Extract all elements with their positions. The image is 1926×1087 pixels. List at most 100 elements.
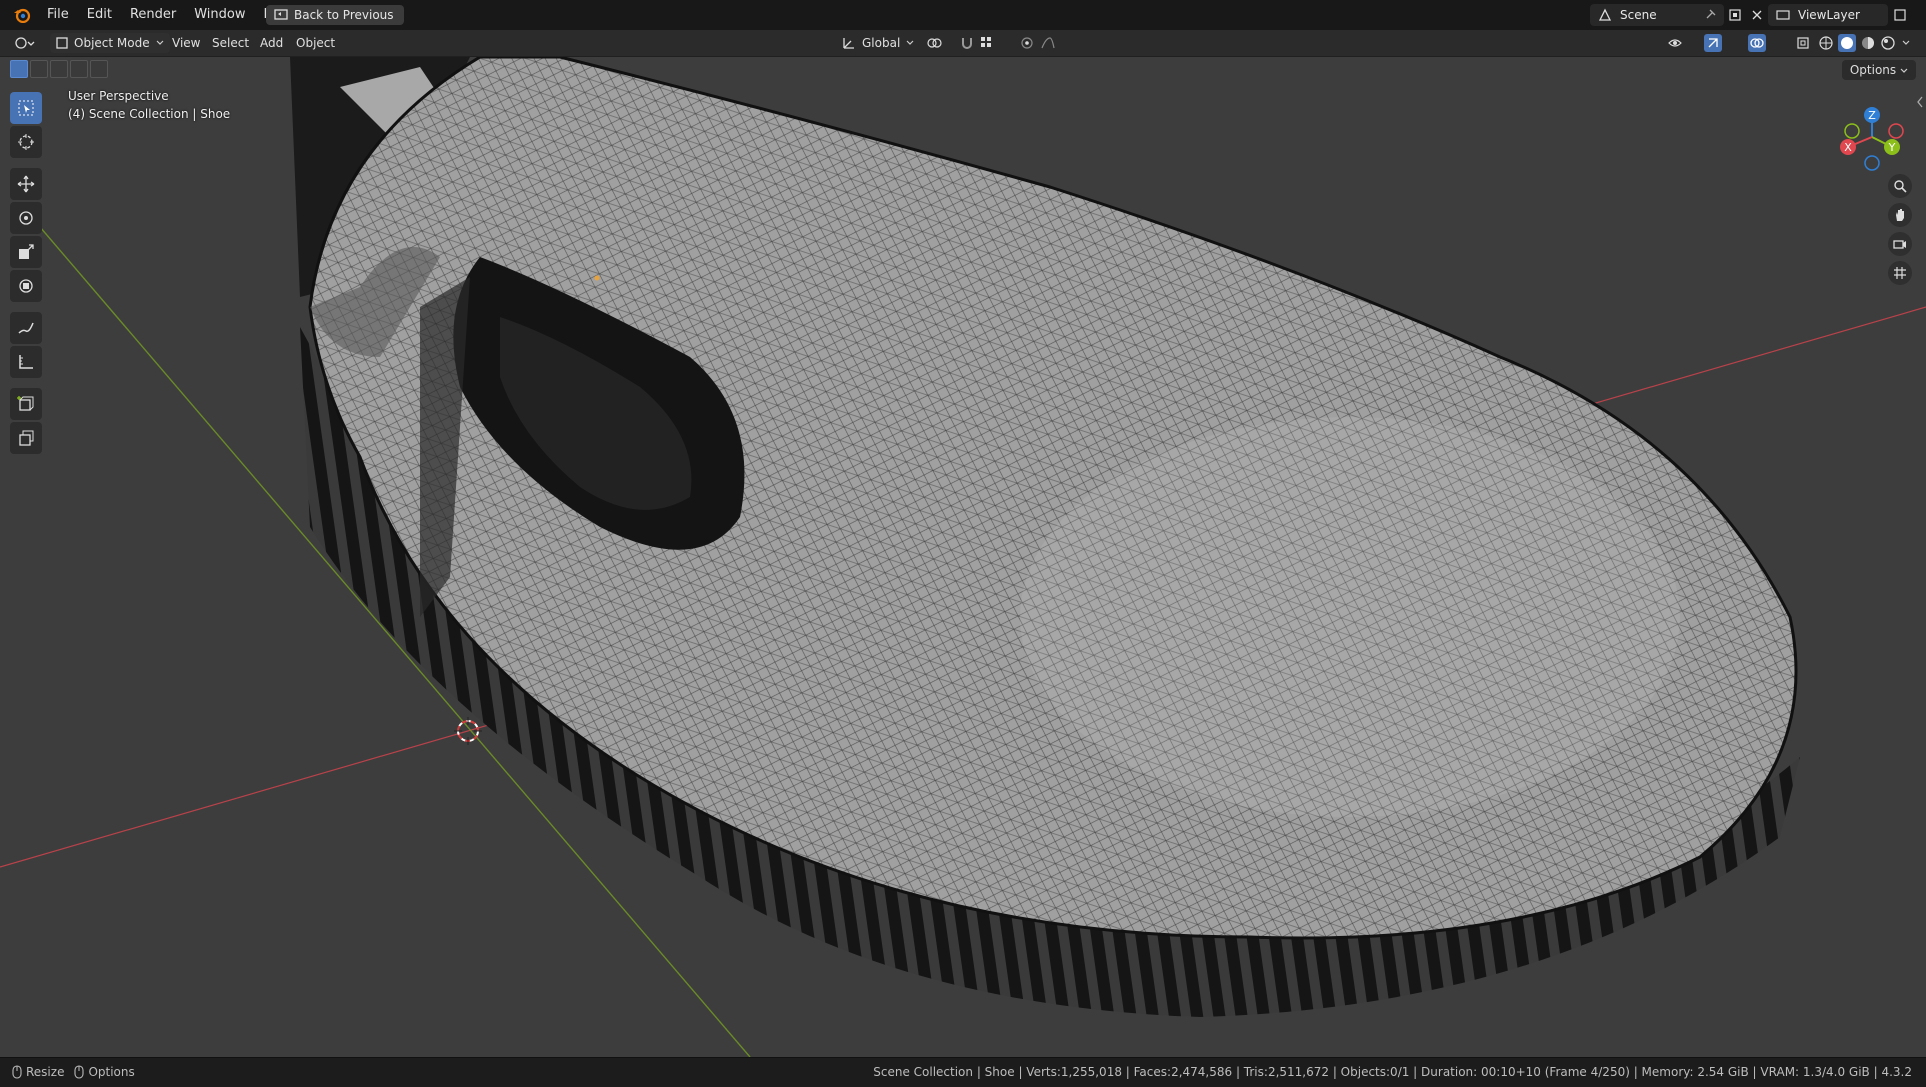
collection-label: (4) Scene Collection | Shoe [68,107,231,121]
cursor-tool[interactable] [10,126,42,158]
editor-type-icon [14,35,36,51]
top-bar: File Edit Render Window Help Back to Pre… [0,0,1926,31]
extrude-tool[interactable] [10,422,42,454]
transform-tool[interactable] [10,270,42,302]
chevron-down-icon [906,40,914,46]
main-menu: File Edit Render Window Help [12,0,302,30]
select-box-icon [17,99,35,117]
orientation-axes-icon [842,36,856,50]
move-tool[interactable] [10,168,42,200]
viewport-scene: Z Y X [0,57,1926,1057]
scene-statistics: Scene Collection | Shoe | Verts:1,255,01… [873,1065,1912,1079]
pin-icon[interactable] [1704,9,1716,21]
view-layer-selector[interactable]: ViewLayer [1768,4,1888,26]
grid-icon [1893,266,1907,280]
shading-material-icon[interactable] [1860,33,1876,53]
menu-object[interactable]: Object [296,33,335,53]
hand-icon [1893,208,1907,222]
scene-name: Scene [1620,8,1657,22]
object-origin [594,275,600,281]
pan-button[interactable] [1888,203,1912,227]
proportional-editing-icon[interactable] [1020,33,1034,53]
camera-view-button[interactable] [1888,232,1912,256]
remove-scene-icon[interactable] [1750,8,1764,22]
new-scene-icon[interactable] [1728,8,1742,22]
viewport-header: Object Mode View Select Add Object Globa… [0,30,1926,57]
add-cube-tool[interactable] [10,388,42,420]
rotate-icon [17,209,35,227]
select-mode-extend-icon[interactable] [30,60,48,78]
sidebar-toggle-icon[interactable] [1916,96,1924,108]
xray-toggle-icon[interactable] [1796,33,1810,53]
mode-dropdown[interactable]: Object Mode [50,33,170,53]
shading-solid-icon[interactable] [1838,33,1856,53]
orientation-label: Global [862,36,901,50]
measure-icon [17,353,35,371]
select-mode-subtract-icon[interactable] [50,60,68,78]
pivot-point-icon[interactable] [926,33,948,53]
transform-icon [17,277,35,295]
menu-add[interactable]: Add [260,33,283,53]
back-to-previous-button[interactable]: Back to Previous [266,5,404,25]
options-dropdown[interactable]: Options [1841,60,1916,80]
snap-grid-icon[interactable] [980,33,1002,53]
falloff-curve-icon[interactable] [1040,33,1062,53]
chevron-down-icon [1900,68,1908,74]
tool-shelf [10,90,46,456]
gizmo-y-label: Y [1888,141,1896,154]
scene-selector[interactable]: Scene [1590,4,1724,26]
shading-rendered-icon[interactable] [1880,33,1896,53]
menu-view[interactable]: View [172,33,200,53]
zoom-icon [1893,179,1907,193]
scale-tool[interactable] [10,236,42,268]
shading-options-chevron-icon[interactable] [1902,33,1910,53]
ortho-toggle-button[interactable] [1888,261,1912,285]
status-hint-resize: Resize [12,1065,64,1079]
gizmo-z-label: Z [1868,109,1876,122]
back-to-previous-label: Back to Previous [294,8,394,22]
status-bar: Resize Options Scene Collection | Shoe |… [0,1057,1926,1087]
gizmo-x-label: X [1844,141,1852,154]
rotate-tool[interactable] [10,202,42,234]
snap-magnet-icon[interactable] [960,33,974,53]
select-mode-invert-icon[interactable] [70,60,88,78]
status-hints: Resize Options [12,1065,135,1079]
menu-file[interactable]: File [38,0,78,30]
annotate-tool[interactable] [10,312,42,344]
overlays-toggle-icon[interactable] [1748,33,1766,53]
3d-viewport[interactable]: Z Y X [0,57,1926,1057]
options-hint-label: Options [88,1065,135,1079]
transform-orientation-dropdown[interactable]: Global [842,33,914,53]
selection-mode-group [10,60,108,80]
new-view-layer-icon[interactable] [1893,8,1907,22]
zoom-button[interactable] [1888,174,1912,198]
menu-window[interactable]: Window [185,0,254,30]
visibility-selectability-icon[interactable] [1668,33,1690,53]
cursor-icon [17,133,35,151]
status-hint-options: Options [74,1065,135,1079]
blender-logo-icon[interactable] [12,5,32,25]
add-cube-icon [17,395,35,413]
annotate-icon [17,319,35,337]
menu-select[interactable]: Select [212,33,249,53]
navigation-gizmo: Z Y X [1840,107,1904,171]
select-box-tool[interactable] [10,92,42,124]
chevron-down-icon [156,40,164,46]
scene-icon [1598,8,1612,22]
options-label: Options [1849,63,1897,77]
select-mode-intersect-icon[interactable] [90,60,108,78]
camera-icon [1893,237,1907,251]
scale-icon [17,243,35,261]
view-layer-icon [1776,8,1790,22]
move-icon [17,175,35,193]
perspective-label: User Perspective [68,89,169,103]
mouse-icon [12,1065,22,1079]
menu-edit[interactable]: Edit [78,0,121,30]
gizmo-toggle-icon[interactable] [1704,33,1722,53]
editor-type-selector[interactable] [14,33,36,53]
menu-render[interactable]: Render [121,0,185,30]
shading-wireframe-icon[interactable] [1818,33,1834,53]
measure-tool[interactable] [10,346,42,378]
select-mode-set-icon[interactable] [10,60,28,78]
toe-highlight [1020,417,1680,817]
